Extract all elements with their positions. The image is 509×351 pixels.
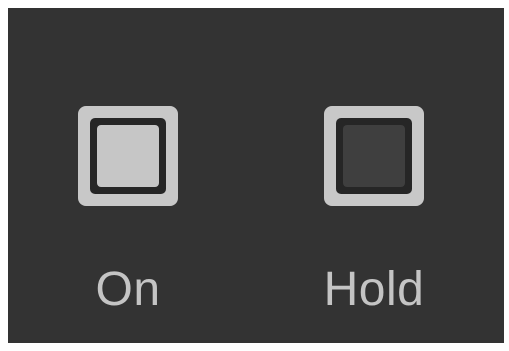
hold-label: Hold <box>323 263 425 316</box>
on-control: On <box>54 8 214 343</box>
hold-control: Hold <box>300 8 460 343</box>
on-toggle-button[interactable] <box>78 106 178 206</box>
hold-toggle-button[interactable] <box>324 106 424 206</box>
hold-indicator <box>343 125 405 187</box>
hold-toggle-ring <box>336 118 412 194</box>
control-panel: On Hold <box>8 8 504 343</box>
on-indicator <box>97 125 159 187</box>
on-toggle-ring <box>90 118 166 194</box>
on-label: On <box>95 263 161 316</box>
